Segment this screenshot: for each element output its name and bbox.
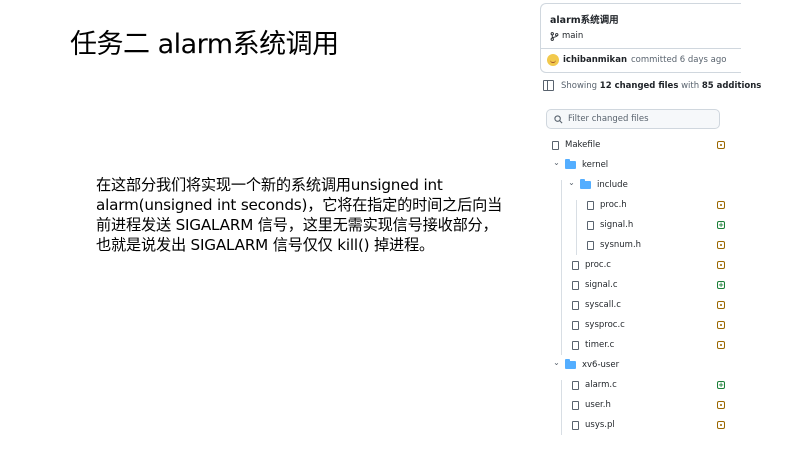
chevron-down-icon[interactable]: ⌄ xyxy=(552,158,561,167)
slide-body-text: 在这部分我们将实现一个新的系统调用unsigned int alarm(unsi… xyxy=(96,176,503,254)
folder-icon xyxy=(565,159,576,169)
tree-file-signal-h[interactable]: signal.h + xyxy=(540,215,740,235)
tree-item-label: xv6-user xyxy=(582,360,620,370)
folder-icon xyxy=(580,179,591,189)
tree-item-label: sysnum.h xyxy=(600,240,642,250)
file-modified-icon xyxy=(717,261,725,269)
additions-count: 85 additions xyxy=(701,80,762,91)
tree-item-label: usys.pl xyxy=(585,420,615,430)
file-added-icon: + xyxy=(717,280,725,289)
search-icon xyxy=(554,114,563,123)
tree-item-label: proc.c xyxy=(585,260,611,270)
file-icon xyxy=(572,260,579,270)
tree-file-usys-pl[interactable]: usys.pl xyxy=(540,415,740,435)
branch-name: main xyxy=(562,31,584,41)
tree-item-label: signal.c xyxy=(585,280,618,290)
indent-guide xyxy=(561,180,562,355)
tree-item-label: syscall.c xyxy=(585,300,621,310)
chevron-down-icon[interactable]: ⌄ xyxy=(552,358,561,367)
tree-item-label: proc.h xyxy=(600,200,627,210)
branch-label[interactable]: main xyxy=(550,31,583,41)
file-icon xyxy=(572,400,579,410)
file-icon xyxy=(552,140,559,150)
tree-item-label: timer.c xyxy=(585,340,615,350)
tree-file-Makefile[interactable]: Makefile xyxy=(540,135,740,155)
file-modified-icon xyxy=(717,421,725,429)
tree-folder-include[interactable]: ⌄ include xyxy=(540,175,740,195)
file-added-icon: + xyxy=(717,380,725,389)
commit-time: committed 6 days ago xyxy=(631,55,727,65)
filter-placeholder: Filter changed files xyxy=(568,114,649,124)
file-icon xyxy=(587,200,594,210)
file-icon xyxy=(572,280,579,290)
tree-item-label: user.h xyxy=(585,400,611,410)
tree-file-signal-c[interactable]: signal.c + xyxy=(540,275,740,295)
file-icon xyxy=(572,380,579,390)
github-commit-panel: alarm系统调用 main ichibanmikan committed 6 … xyxy=(540,0,800,436)
with-text: with xyxy=(678,80,702,91)
tree-file-proc-c[interactable]: proc.c xyxy=(540,255,740,275)
file-modified-icon xyxy=(717,341,725,349)
tree-file-sysproc-c[interactable]: sysproc.c xyxy=(540,315,740,335)
tree-item-label: kernel xyxy=(582,160,609,170)
avatar[interactable] xyxy=(547,54,559,66)
tree-folder-xv6-user[interactable]: ⌄ xv6-user xyxy=(540,355,740,375)
commit-title[interactable]: alarm系统调用 xyxy=(550,12,619,26)
file-icon xyxy=(587,220,594,230)
tree-item-label: include xyxy=(597,180,628,190)
file-icon xyxy=(587,240,594,250)
indent-guide xyxy=(576,200,577,255)
tree-item-label: sysproc.c xyxy=(585,320,625,330)
file-modified-icon xyxy=(717,321,725,329)
tree-item-label: alarm.c xyxy=(585,380,617,390)
tree-file-alarm-c[interactable]: alarm.c + xyxy=(540,375,740,395)
chevron-down-icon[interactable]: ⌄ xyxy=(567,178,576,187)
tree-item-label: signal.h xyxy=(600,220,634,230)
tree-file-sysnum-h[interactable]: sysnum.h xyxy=(540,235,740,255)
file-icon xyxy=(572,320,579,330)
author-link[interactable]: ichibanmikan xyxy=(563,55,627,65)
commit-meta: ichibanmikan committed 6 days ago xyxy=(547,54,726,66)
tree-file-user-h[interactable]: user.h xyxy=(540,395,740,415)
file-added-icon: + xyxy=(717,220,725,229)
file-icon xyxy=(572,340,579,350)
file-modified-icon xyxy=(717,401,725,409)
commit-card: alarm系统调用 main ichibanmikan committed 6 … xyxy=(540,3,741,73)
showing-prefix: Showing xyxy=(561,80,600,91)
changed-files-count[interactable]: 12 changed files xyxy=(600,81,679,91)
tree-file-syscall-c[interactable]: syscall.c xyxy=(540,295,740,315)
tree-file-proc-h[interactable]: proc.h xyxy=(540,195,740,215)
tree-item-label: Makefile xyxy=(565,140,601,150)
slide-title: 任务二 alarm系统调用 xyxy=(70,29,339,60)
file-modified-icon xyxy=(717,301,725,309)
git-branch-icon xyxy=(550,31,559,41)
file-modified-icon xyxy=(717,141,725,149)
folder-icon xyxy=(565,359,576,369)
tree-folder-kernel[interactable]: ⌄ kernel xyxy=(540,155,740,175)
indent-guide xyxy=(561,380,562,435)
changes-summary: Showing 12 changed files with 85 additio… xyxy=(543,80,761,91)
card-divider xyxy=(541,48,741,49)
filter-changed-files-input[interactable]: Filter changed files xyxy=(546,109,720,129)
file-modified-icon xyxy=(717,241,725,249)
tree-file-timer-c[interactable]: timer.c xyxy=(540,335,740,355)
file-modified-icon xyxy=(717,201,725,209)
sidebar-toggle-icon[interactable] xyxy=(543,80,554,91)
file-icon xyxy=(572,300,579,310)
file-icon xyxy=(572,420,579,430)
